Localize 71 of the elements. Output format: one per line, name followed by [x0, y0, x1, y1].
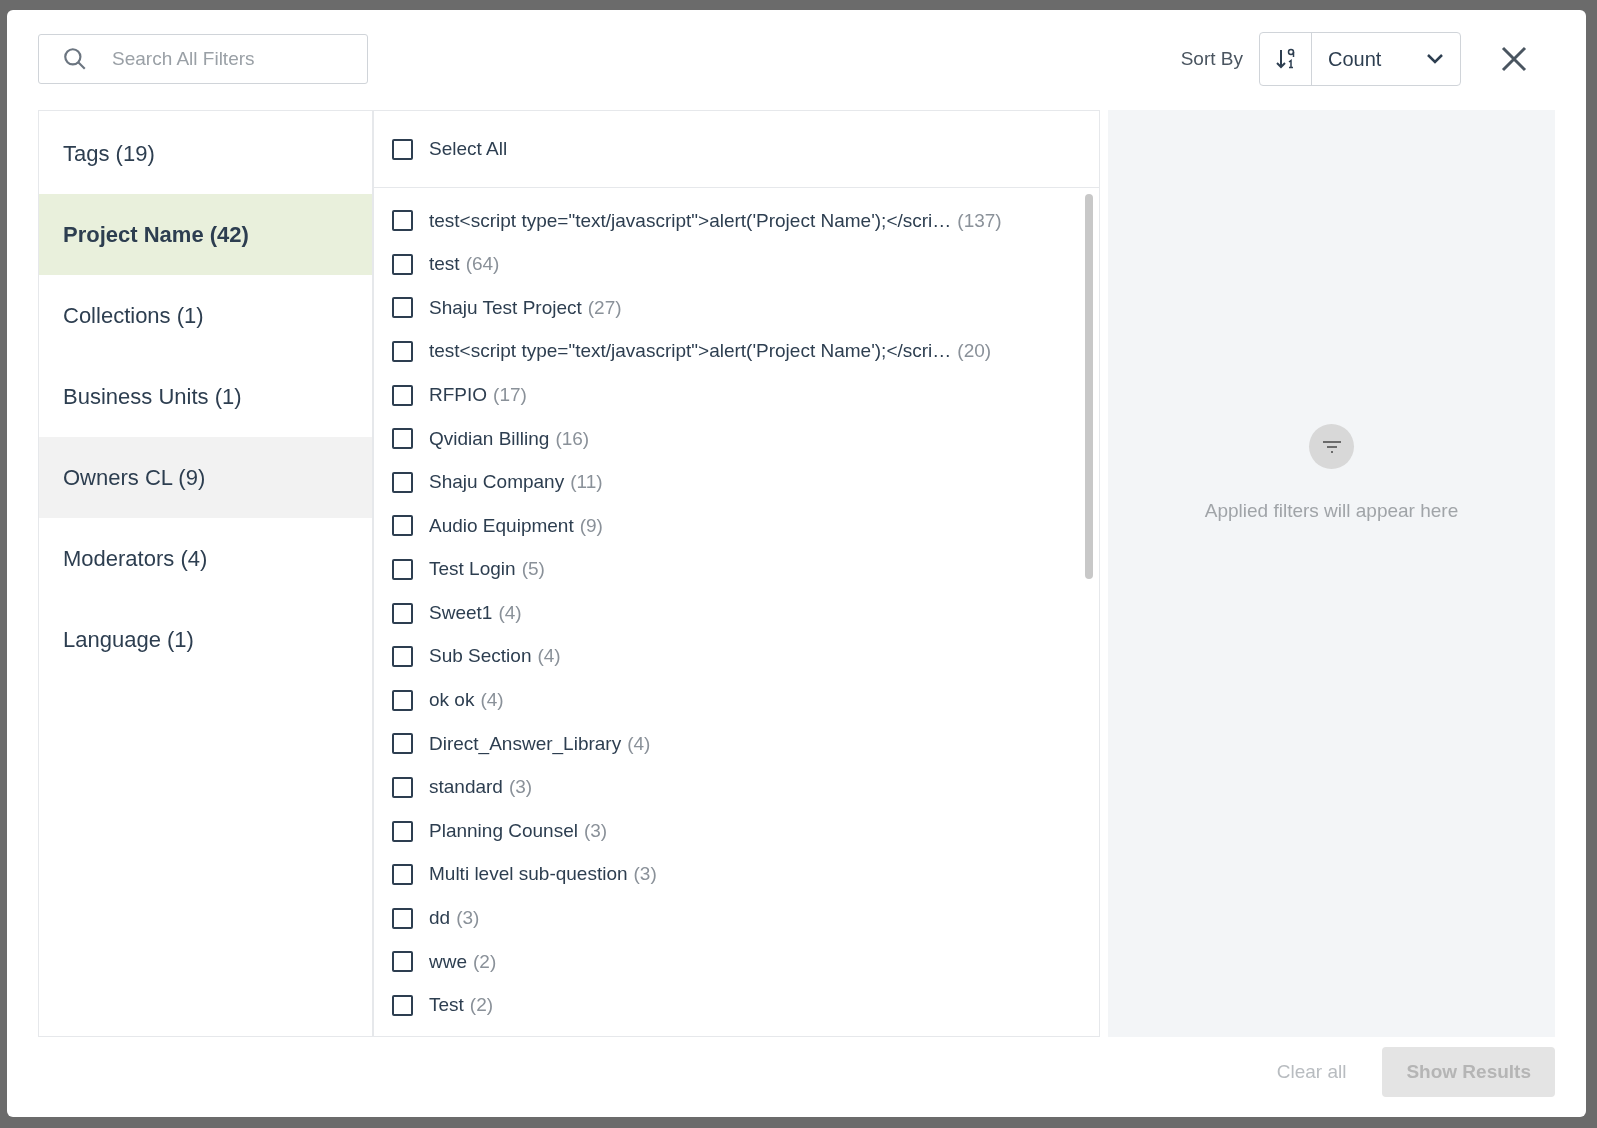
category-tab[interactable]: Owners CL (9)	[39, 437, 372, 518]
checkbox[interactable]	[392, 777, 413, 798]
option-count: (3)	[456, 906, 480, 931]
checkbox[interactable]	[392, 689, 413, 711]
checkbox[interactable]	[392, 297, 413, 319]
checkbox[interactable]	[392, 733, 413, 755]
checkbox[interactable]	[392, 951, 413, 973]
sort-descending-icon	[1274, 47, 1297, 71]
option-count: (20)	[957, 339, 992, 364]
checkbox[interactable]	[392, 210, 413, 232]
option-label: Audio Equipment	[429, 513, 574, 538]
option-count: (2)	[473, 949, 497, 974]
option-label: Multi level sub-question	[429, 862, 628, 887]
option-count: (27)	[587, 295, 622, 320]
option-count: (3)	[583, 818, 608, 843]
search-icon	[62, 46, 88, 72]
option-count: (64)	[465, 252, 500, 277]
option-count: (4)	[480, 688, 504, 713]
option-count: (2)	[469, 993, 494, 1018]
option-label: standard	[429, 775, 503, 800]
option-label: Qvidian Billing	[429, 426, 550, 451]
option-label: Test	[429, 993, 464, 1018]
filter-icon	[1309, 424, 1354, 469]
category-tab[interactable]: Project Name (42)	[39, 194, 372, 275]
option-label: wwe	[429, 949, 467, 974]
option-count: (3)	[633, 862, 657, 887]
checkbox[interactable]	[392, 907, 413, 929]
checkbox[interactable]	[392, 515, 413, 537]
checkbox[interactable]	[392, 341, 413, 363]
option-count: (9)	[579, 513, 603, 538]
option-count: (17)	[493, 382, 527, 407]
option-count: (4)	[627, 731, 651, 756]
option-label: Planning Counsel	[429, 818, 578, 843]
option-label: test	[429, 252, 460, 277]
checkbox[interactable]	[392, 559, 413, 581]
search-field[interactable]: Search All Filters	[38, 34, 368, 84]
option-count: (11)	[570, 470, 603, 495]
close-icon	[1501, 46, 1527, 72]
option-label: Test Login	[429, 557, 516, 582]
checkbox[interactable]	[392, 253, 413, 275]
option-count: (3)	[508, 775, 533, 800]
checkbox[interactable]	[392, 471, 413, 493]
option-count: (4)	[498, 600, 522, 625]
scrollbar-thumb[interactable]	[1085, 194, 1093, 579]
option-label: test<script type="text/javascript">alert('Project Name');</scri…	[429, 339, 952, 364]
option-label: Sub Section	[429, 644, 532, 669]
checkbox[interactable]	[392, 384, 413, 406]
checkbox[interactable]	[392, 646, 413, 668]
option-label: Sweet1	[429, 600, 493, 625]
option-count: (16)	[555, 426, 590, 451]
option-label: Shaju Test Project	[429, 295, 582, 320]
option-label: RFPIO	[429, 382, 488, 407]
select-all-label: Select All	[429, 136, 508, 161]
sort-dropdown[interactable]: Count	[1312, 33, 1460, 85]
option-label: ok ok	[429, 688, 475, 713]
checkbox[interactable]	[392, 602, 413, 624]
sort-label: Sort By	[1180, 46, 1243, 71]
option-label: dd	[429, 906, 451, 931]
checkbox[interactable]	[392, 820, 413, 842]
checkbox[interactable]	[392, 864, 413, 886]
empty-state-text: Applied filters will appear here	[1204, 499, 1459, 523]
checkbox[interactable]	[392, 138, 413, 160]
option-count: (137)	[957, 208, 1002, 233]
option-count: (5)	[521, 557, 545, 582]
checkbox[interactable]	[392, 428, 413, 450]
option-count: (4)	[537, 644, 561, 669]
option-label: test<script type="text/javascript">alert('Project Name');</scri…	[429, 208, 952, 233]
option-label: Shaju Company	[429, 470, 565, 495]
checkbox[interactable]	[392, 995, 413, 1016]
option-label: Direct_Answer_Library	[429, 731, 622, 757]
chevron-down-icon	[1426, 53, 1444, 65]
